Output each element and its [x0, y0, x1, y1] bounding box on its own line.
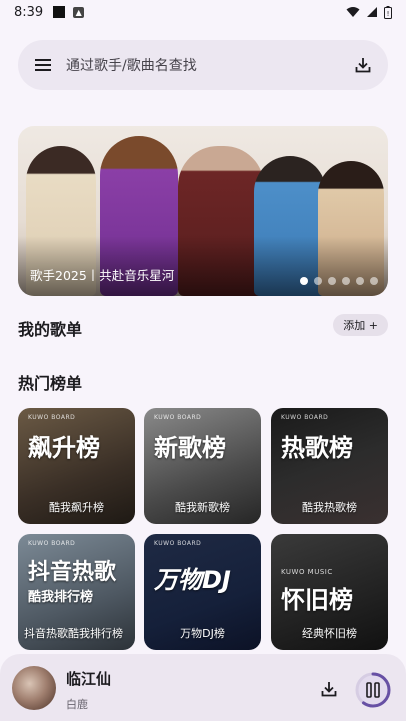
banner-dot[interactable] — [370, 277, 378, 285]
card-brand: KUWO BOARD — [154, 540, 202, 547]
download-icon[interactable] — [320, 680, 338, 698]
banner-dot[interactable] — [356, 277, 364, 285]
card-brand: KUWO BOARD — [154, 414, 202, 421]
card-label: 经典怀旧榜 — [302, 627, 357, 640]
chart-card-classic[interactable]: KUWO MUSIC 怀旧榜 经典怀旧榜 — [271, 534, 388, 650]
banner-dot[interactable] — [328, 277, 336, 285]
banner-caption: 歌手2025丨共赴音乐星河 — [30, 268, 175, 283]
add-playlist-button[interactable]: 添加 + — [333, 314, 388, 336]
card-big-title: 新歌榜 — [154, 434, 226, 462]
chart-card-hot[interactable]: KUWO BOARD 热歌榜 酷我热歌榜 — [271, 408, 388, 524]
hot-charts-title: 热门榜单 — [18, 374, 83, 393]
banner-carousel[interactable]: 歌手2025丨共赴音乐星河 — [18, 126, 388, 296]
card-label: 抖音热歌酷我排行榜 — [24, 627, 123, 640]
chart-card-dj[interactable]: KUWO BOARD 万物DJ 万物DJ榜 — [144, 534, 261, 650]
my-songs-title: 我的歌单 — [18, 320, 83, 339]
chart-card-douyin[interactable]: KUWO BOARD 抖音热歌 酷我排行榜 抖音热歌酷我排行榜 — [18, 534, 135, 650]
card-subtitle: 酷我排行榜 — [28, 590, 94, 605]
card-label: 万物DJ榜 — [180, 627, 225, 640]
status-bar: 8:39 ▲ ! — [0, 0, 406, 24]
card-big-title: 万物DJ — [154, 566, 231, 594]
card-big-title: 热歌榜 — [281, 434, 353, 462]
svg-text:!: ! — [387, 10, 390, 18]
pause-button[interactable] — [354, 671, 392, 709]
search-bar[interactable]: 通过歌手/歌曲名查找 — [18, 40, 388, 90]
card-big-title: 飙升榜 — [28, 434, 100, 462]
card-brand: KUWO BOARD — [28, 540, 76, 547]
card-brand: KUWO BOARD — [28, 414, 76, 421]
card-brand: KUWO BOARD — [281, 414, 329, 421]
banner-dot[interactable] — [300, 277, 308, 285]
download-icon[interactable] — [354, 56, 372, 74]
battery-icon: ! — [384, 5, 392, 19]
album-cover[interactable] — [12, 666, 56, 710]
status-time: 8:39 — [14, 4, 44, 20]
app-notification-icon: ▲ — [73, 6, 85, 18]
card-brand: KUWO MUSIC — [281, 568, 333, 576]
chart-card-new[interactable]: KUWO BOARD 新歌榜 酷我新歌榜 — [144, 408, 261, 524]
search-input[interactable]: 通过歌手/歌曲名查找 — [66, 55, 354, 75]
card-big-title: 抖音热歌 — [28, 560, 117, 585]
notification-icon — [53, 6, 66, 18]
card-label: 酷我飙升榜 — [49, 501, 104, 514]
banner-dot[interactable] — [314, 277, 322, 285]
song-artist: 白鹿 — [66, 698, 88, 711]
card-big-title: 怀旧榜 — [281, 586, 353, 614]
wifi-icon — [346, 7, 360, 17]
mini-player[interactable]: 临江仙 白鹿 — [0, 654, 406, 721]
song-title: 临江仙 — [66, 670, 112, 688]
chart-card-surge[interactable]: KUWO BOARD 飙升榜 酷我飙升榜 — [18, 408, 135, 524]
signal-icon — [367, 7, 377, 17]
banner-dots — [300, 277, 378, 285]
menu-icon[interactable] — [34, 58, 52, 72]
banner-dot[interactable] — [342, 277, 350, 285]
card-label: 酷我新歌榜 — [175, 501, 230, 514]
card-label: 酷我热歌榜 — [302, 501, 357, 514]
